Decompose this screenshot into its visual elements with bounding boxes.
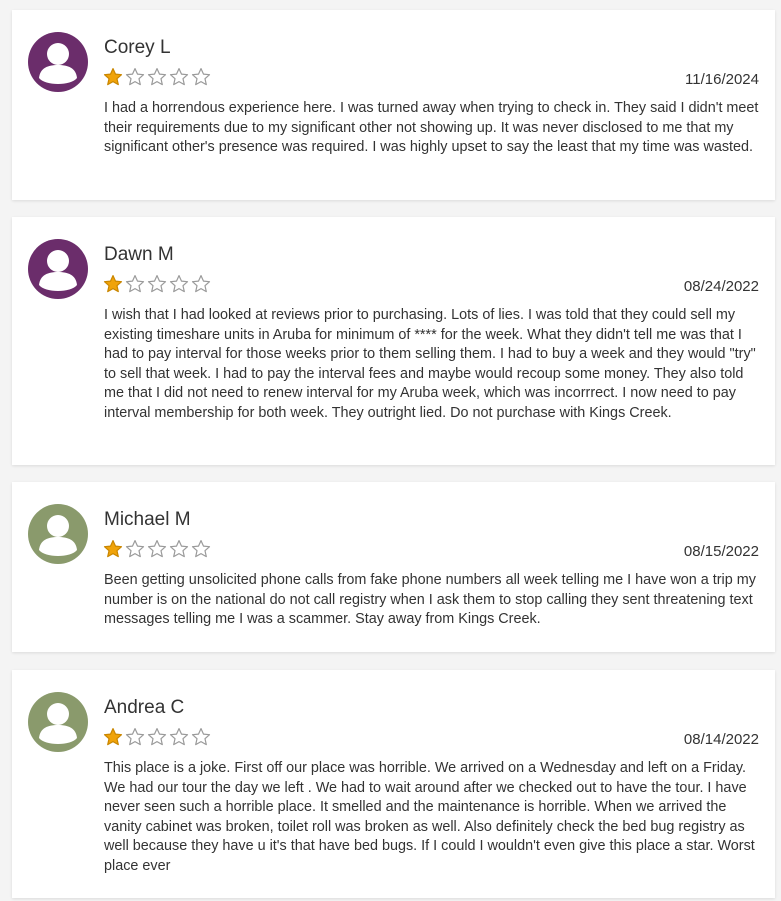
star-filled-icon bbox=[103, 67, 123, 87]
star-empty-icon bbox=[169, 727, 189, 747]
star-empty-icon bbox=[125, 67, 145, 87]
star-empty-icon bbox=[191, 274, 211, 294]
review-date: 08/15/2022 bbox=[683, 543, 759, 560]
star-filled-icon bbox=[103, 539, 123, 559]
review-date: 08/14/2022 bbox=[683, 731, 759, 748]
star-rating bbox=[103, 274, 211, 294]
user-silhouette-icon bbox=[28, 32, 88, 92]
star-empty-icon bbox=[191, 727, 211, 747]
avatar bbox=[28, 692, 88, 752]
star-rating bbox=[103, 727, 211, 747]
star-filled-icon bbox=[103, 274, 123, 294]
reviewer-name: Michael M bbox=[104, 509, 191, 530]
review-card: Dawn M 08/24/2022 I wish that I had look… bbox=[12, 217, 775, 465]
star-empty-icon bbox=[125, 539, 145, 559]
star-empty-icon bbox=[169, 539, 189, 559]
avatar bbox=[28, 239, 88, 299]
review-card: Michael M 08/15/2022 Been getting unsoli… bbox=[12, 482, 775, 652]
avatar bbox=[28, 32, 88, 92]
avatar bbox=[28, 504, 88, 564]
star-empty-icon bbox=[169, 67, 189, 87]
reviewer-name: Andrea C bbox=[104, 697, 185, 718]
review-date: 08/24/2022 bbox=[683, 278, 759, 295]
review-date: 11/16/2024 bbox=[685, 71, 759, 88]
user-silhouette-icon bbox=[28, 504, 88, 564]
review-text: I wish that I had looked at reviews prio… bbox=[104, 307, 756, 421]
star-filled-icon bbox=[103, 727, 123, 747]
review-text: Been getting unsolicited phone calls fro… bbox=[104, 572, 756, 627]
user-silhouette-icon bbox=[28, 692, 88, 752]
reviews-list: Corey L 11/16/2024 I had a horrendous ex… bbox=[0, 0, 781, 901]
star-empty-icon bbox=[147, 539, 167, 559]
star-rating bbox=[103, 539, 211, 559]
star-empty-icon bbox=[169, 274, 189, 294]
reviewer-name: Corey L bbox=[104, 37, 171, 58]
review-text: I had a horrendous experience here. I wa… bbox=[104, 100, 759, 155]
star-empty-icon bbox=[125, 727, 145, 747]
reviewer-name: Dawn M bbox=[104, 244, 174, 265]
review-card: Corey L 11/16/2024 I had a horrendous ex… bbox=[12, 10, 775, 200]
star-empty-icon bbox=[147, 727, 167, 747]
star-empty-icon bbox=[147, 274, 167, 294]
review-card: Andrea C 08/14/2022 This place is a joke… bbox=[12, 670, 775, 898]
star-empty-icon bbox=[147, 67, 167, 87]
star-empty-icon bbox=[191, 539, 211, 559]
star-rating bbox=[103, 67, 211, 87]
star-empty-icon bbox=[125, 274, 145, 294]
star-empty-icon bbox=[191, 67, 211, 87]
user-silhouette-icon bbox=[28, 239, 88, 299]
review-text: This place is a joke. First off our plac… bbox=[104, 760, 755, 874]
